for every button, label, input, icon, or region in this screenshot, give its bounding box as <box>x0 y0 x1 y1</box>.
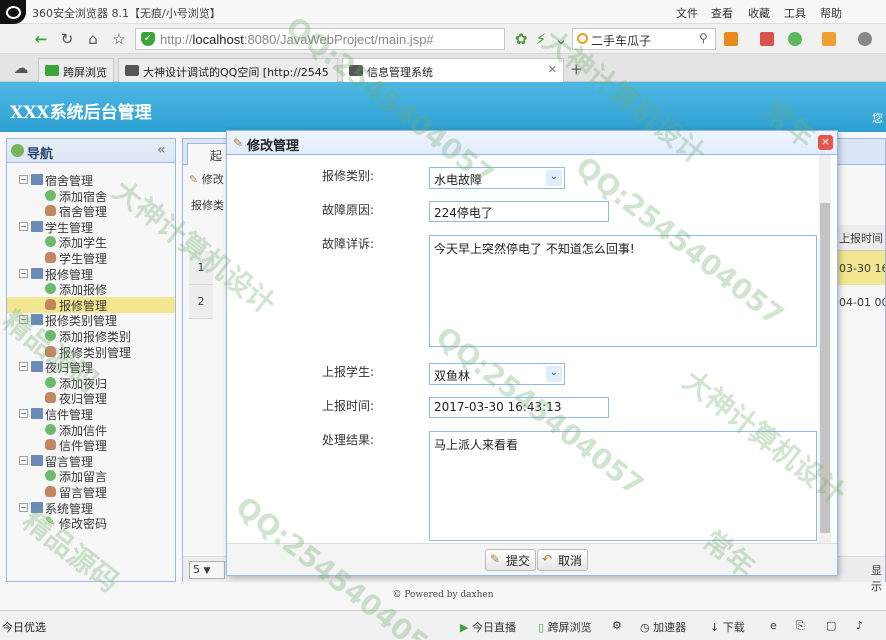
edit-dialog: ✎ 修改管理 × 报修类别: 水电故障 ⌄ 故障原因: 224停电了 故障详诉:… <box>226 130 838 576</box>
menu-tools[interactable]: 工具 <box>784 5 806 21</box>
cancel-label: 取消 <box>558 554 583 568</box>
url-path: :8080/JavaWebProject/main.jsp# <box>243 32 434 47</box>
repair-type-select[interactable]: 水电故障 ⌄ <box>429 167 565 189</box>
home-icon[interactable]: ⌂ <box>82 28 104 50</box>
menu-help[interactable]: 帮助 <box>820 5 842 21</box>
url-prefix: http:// <box>160 32 193 47</box>
search-input[interactable]: 二手车瓜子 ⚲ <box>572 28 716 50</box>
reason-input[interactable]: 224停电了 <box>429 201 609 222</box>
browser-status-bar: 今日优选 ▶ 今日直播 ▯ 跨屏浏览 ⚙ ◷ 加速器 ↓ 下载 e ⎘ ▢ ♪ <box>0 610 886 640</box>
edit-icon: ✎ <box>490 552 501 566</box>
status-window-icon[interactable]: ▢ <box>826 619 836 632</box>
daily-picks[interactable]: 今日优选 <box>2 619 46 635</box>
reason-label: 故障原因: <box>322 203 375 217</box>
search-value: 二手车瓜子 <box>591 34 652 48</box>
page-icon <box>349 65 363 76</box>
tab-label: 大神设计调试的QQ空间 [http://2545 <box>143 66 329 79</box>
status-copy-icon[interactable]: ⎘ <box>796 619 805 633</box>
student-select[interactable]: 双鱼林 ⌄ <box>429 363 565 385</box>
tab-label: 信息管理系统 <box>367 66 433 79</box>
submit-label: 提交 <box>506 554 531 568</box>
status-cross-screen[interactable]: ▯ 跨屏浏览 <box>538 619 592 635</box>
status-live[interactable]: ▶ 今日直播 <box>460 619 516 635</box>
apps-icon[interactable] <box>724 32 738 46</box>
status-volume-icon[interactable]: ♪ <box>856 619 863 632</box>
status-download-label: 下载 <box>722 621 745 634</box>
repair-type-label: 报修类别: <box>322 169 375 183</box>
tab-info-system[interactable]: 信息管理系统 ✕ <box>342 58 564 83</box>
app-header: XXX系统后台管理 您 <box>0 82 886 132</box>
status-accelerator[interactable]: ◷ 加速器 <box>640 619 686 635</box>
accelerator-icon: ◷ <box>640 621 650 634</box>
lightning-icon[interactable]: ⚡ <box>530 28 552 50</box>
result-textarea[interactable]: 马上派人来看看 <box>429 431 817 541</box>
browser-title-bar: 360安全浏览器 8.1【无痕/小号浏览】 文件 查看 收藏 工具 帮助 <box>0 0 886 24</box>
tab-cross-screen[interactable]: 跨屏浏览 <box>38 58 114 82</box>
download-icon: ↓ <box>710 621 720 634</box>
star-icon[interactable]: ☆ <box>108 28 130 50</box>
money-icon[interactable] <box>788 32 802 46</box>
app-title: XXX系统后台管理 <box>10 103 152 123</box>
status-live-label: 今日直播 <box>471 621 516 634</box>
tab-qq-space[interactable]: 大神设计调试的QQ空间 [http://2545 <box>118 58 338 82</box>
dialog-title: 修改管理 <box>247 139 300 154</box>
dropdown-chevron-icon[interactable]: ⌄ <box>550 28 572 50</box>
url-host: localhost <box>192 32 244 47</box>
back-icon[interactable]: ← <box>30 28 52 50</box>
new-tab-button[interactable]: + <box>570 60 583 78</box>
settings-icon: ⚙ <box>612 619 622 632</box>
detail-label: 故障详诉: <box>322 237 375 251</box>
submit-button[interactable]: ✎ 提交 <box>485 549 537 571</box>
refresh-icon[interactable]: ↻ <box>56 28 78 50</box>
user-menu-icon[interactable] <box>858 32 872 46</box>
menu-favorites[interactable]: 收藏 <box>748 5 770 21</box>
browser-logo-icon <box>0 0 26 24</box>
status-cross-screen-label: 跨屏浏览 <box>547 621 592 634</box>
repair-type-value: 水电故障 <box>434 173 483 187</box>
student-label: 上报学生: <box>322 365 375 379</box>
phone-icon <box>45 65 59 76</box>
cancel-button[interactable]: ↶ 取消 <box>537 549 589 571</box>
menu-file[interactable]: 文件 <box>676 5 698 21</box>
address-bar: ← ↻ ⌂ ☆ ✓ http://localhost:8080/JavaWebP… <box>0 24 886 54</box>
dialog-body: 报修类别: 水电故障 ⌄ 故障原因: 224停电了 故障详诉: 今天早上突然停电… <box>233 155 831 543</box>
detail-textarea[interactable]: 今天早上突然停电了 不知道怎么回事! <box>429 235 817 347</box>
status-accelerator-label: 加速器 <box>653 621 687 634</box>
phone-icon: ▯ <box>538 621 545 634</box>
cloud-icon[interactable]: ☁ <box>10 57 32 79</box>
close-icon[interactable]: × <box>818 135 833 150</box>
translate-icon[interactable] <box>822 32 836 46</box>
secure-shield-icon: ✓ <box>141 32 155 46</box>
chevron-down-icon: ⌄ <box>549 171 558 182</box>
edit-icon: ✎ <box>233 136 244 150</box>
mail-icon[interactable] <box>760 32 774 46</box>
play-icon: ▶ <box>460 621 469 634</box>
result-label: 处理结果: <box>322 433 375 447</box>
student-value: 双鱼林 <box>434 369 471 383</box>
tab-label: 跨屏浏览 <box>63 66 107 79</box>
search-engine-icon <box>577 33 588 44</box>
dialog-scrollbar[interactable] <box>819 155 831 543</box>
chevron-down-icon: ⌄ <box>549 367 558 378</box>
browser-title: 360安全浏览器 8.1【无痕/小号浏览】 <box>32 7 221 20</box>
dialog-header: ✎ 修改管理 × <box>227 131 837 155</box>
menu-view[interactable]: 查看 <box>711 5 733 21</box>
undo-icon: ↶ <box>542 552 553 566</box>
status-ie-icon[interactable]: e <box>770 619 777 632</box>
dialog-footer: ✎ 提交 ↶ 取消 <box>227 543 837 575</box>
page-icon <box>125 65 139 76</box>
url-input[interactable]: ✓ http://localhost:8080/JavaWebProject/m… <box>135 28 505 50</box>
url-text: http://localhost:8080/JavaWebProject/mai… <box>160 32 434 47</box>
extension-icon[interactable]: ✿ <box>510 28 532 50</box>
header-user-text: 您 <box>872 112 883 125</box>
time-input[interactable]: 2017-03-30 16:43:13 <box>429 397 609 418</box>
browser-tab-bar: ☁ 跨屏浏览 大神设计调试的QQ空间 [http://2545 信息管理系统 ✕… <box>0 54 886 83</box>
close-tab-icon[interactable]: ✕ <box>548 63 557 76</box>
search-icon[interactable]: ⚲ <box>699 31 708 45</box>
status-settings[interactable]: ⚙ <box>612 619 622 632</box>
time-label: 上报时间: <box>322 399 375 413</box>
status-download[interactable]: ↓ 下载 <box>710 619 745 635</box>
scrollbar-thumb[interactable] <box>820 203 830 533</box>
